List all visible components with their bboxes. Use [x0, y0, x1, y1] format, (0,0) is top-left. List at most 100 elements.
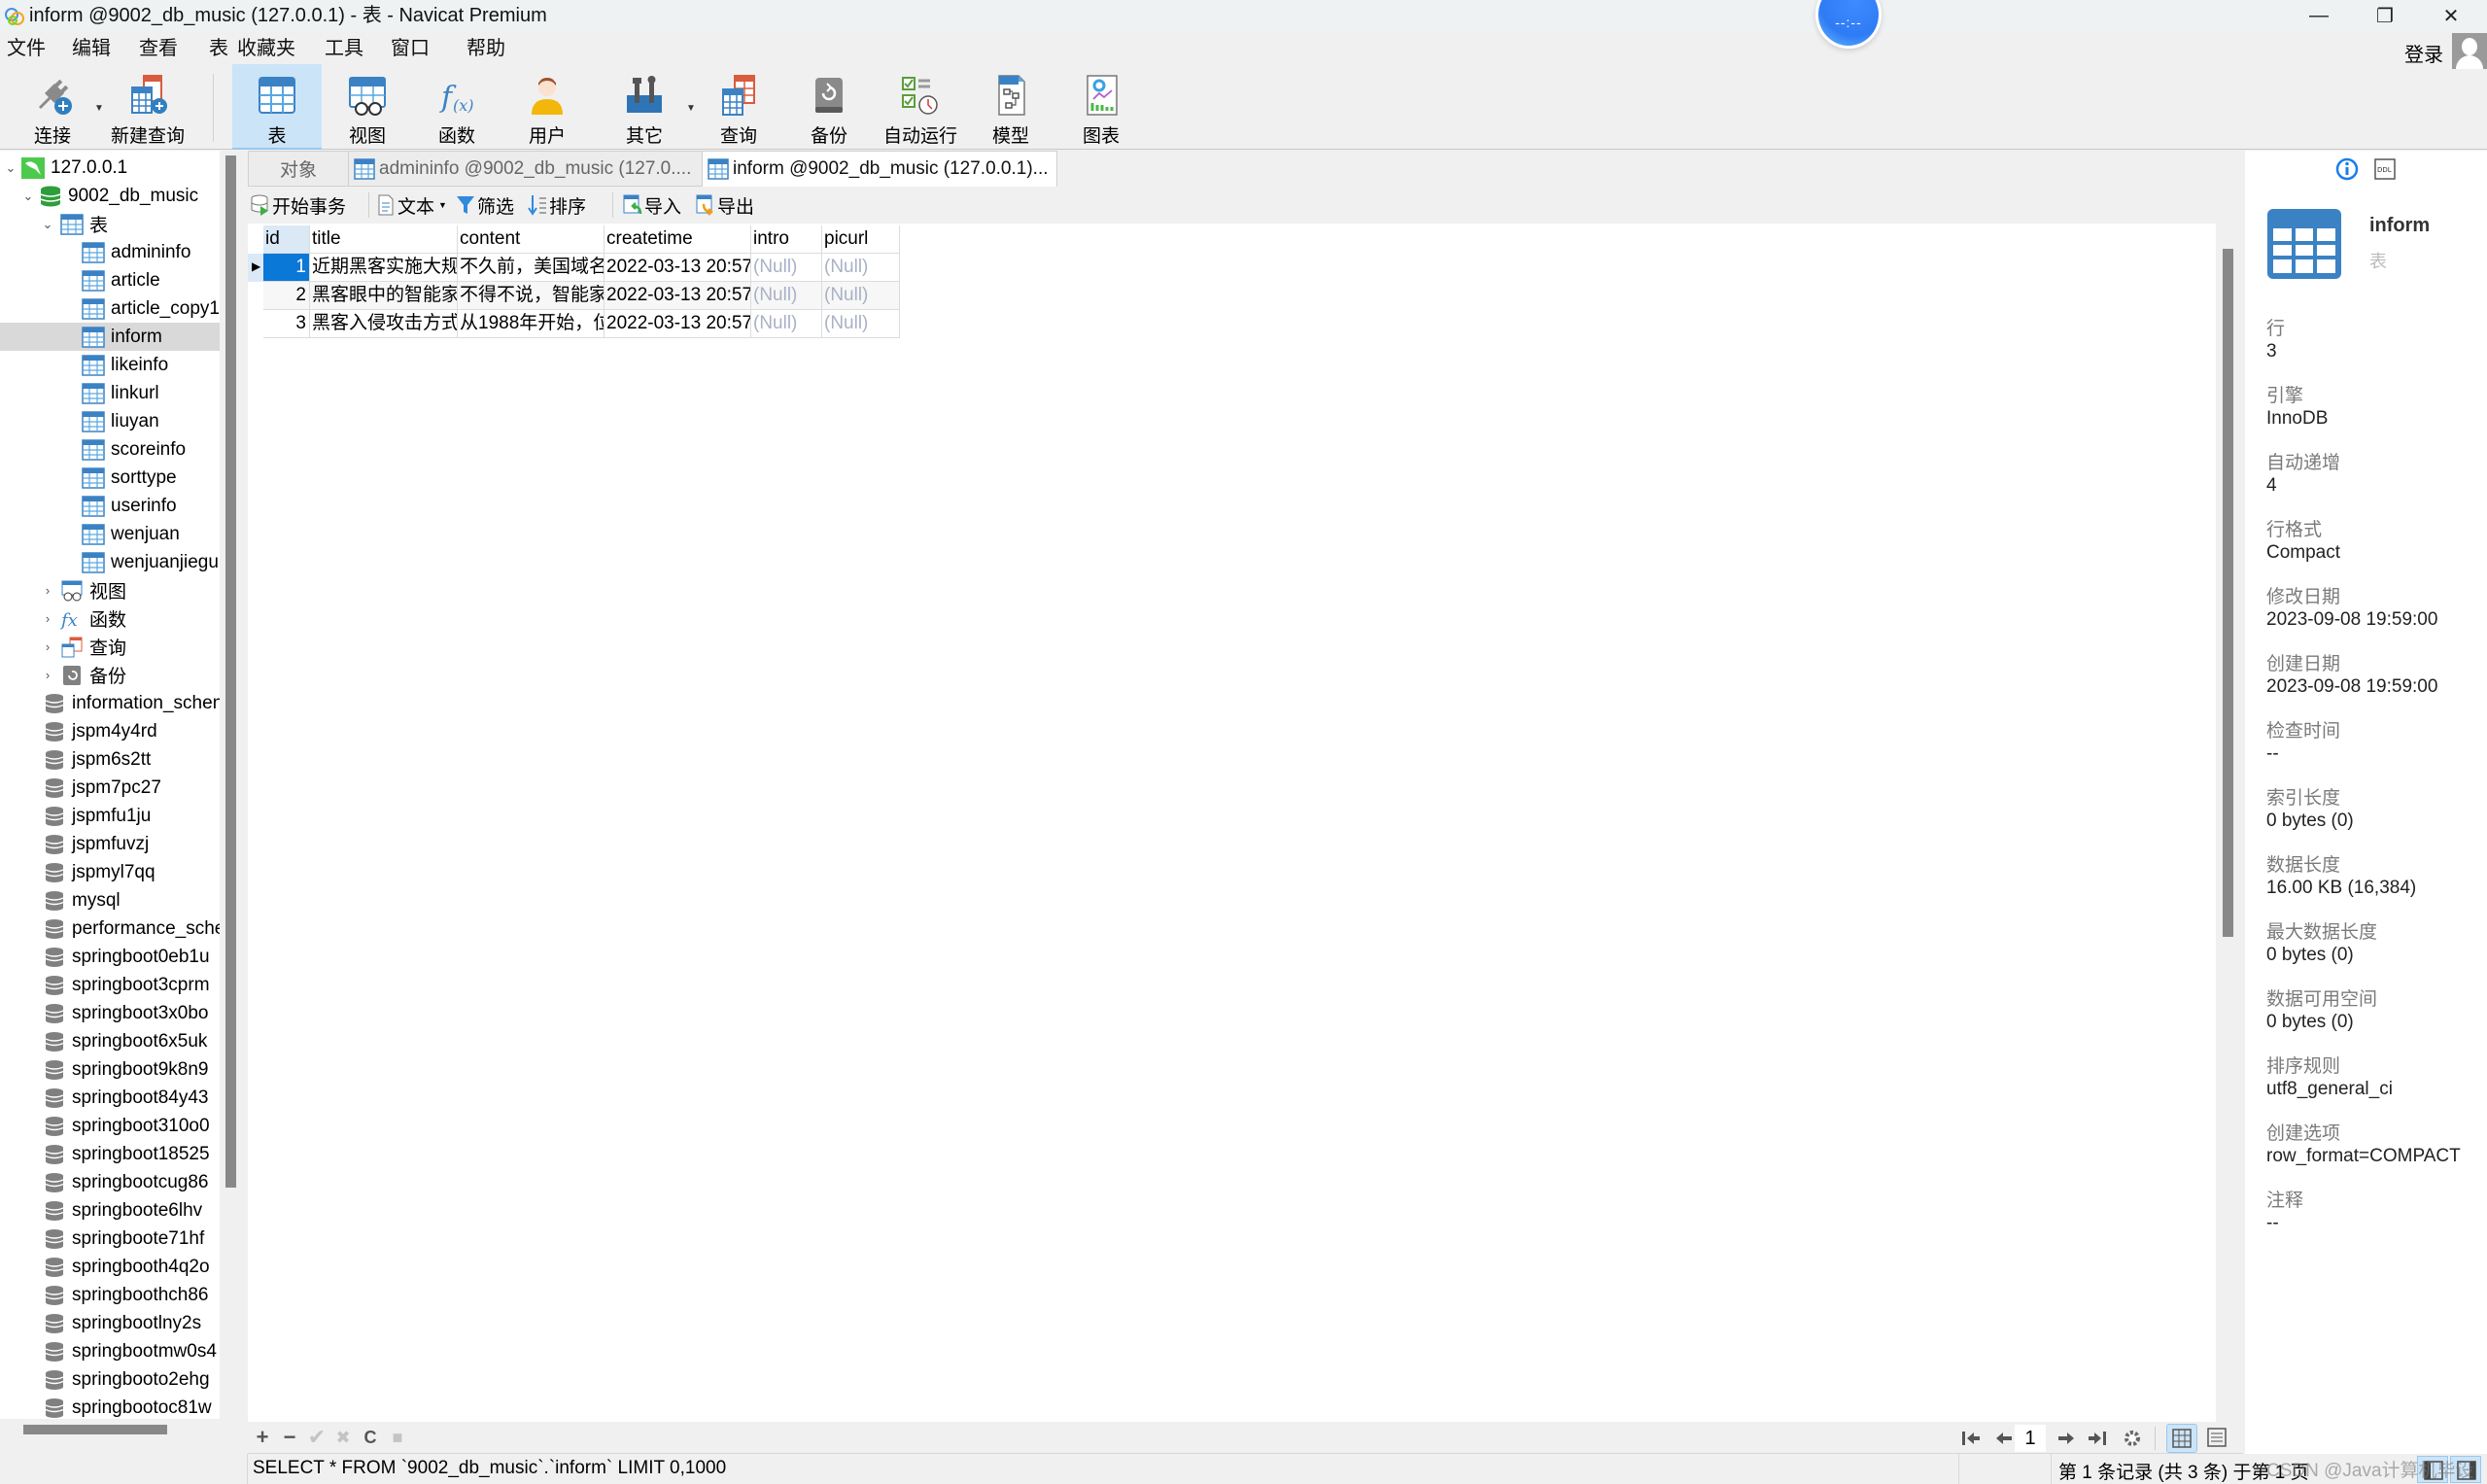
- tree-group-view[interactable]: › 视图: [0, 576, 220, 604]
- grid-vertical-scrollbar[interactable]: [2216, 224, 2243, 1422]
- toolbar-backup-button[interactable]: 备份: [796, 64, 862, 150]
- tab-admininfo[interactable]: admininfo @9002_db_music (127.0....: [348, 151, 703, 187]
- stop-button[interactable]: ■: [387, 1426, 408, 1449]
- tree-database[interactable]: springboot310o0: [0, 1112, 220, 1140]
- chevron-right-icon[interactable]: ›: [41, 639, 54, 654]
- tree-database[interactable]: information_schen: [0, 689, 220, 717]
- menu-window[interactable]: 窗口: [391, 37, 430, 60]
- scrollbar-thumb[interactable]: [2223, 249, 2233, 937]
- cell-title[interactable]: 黑客眼中的智能家居: [310, 282, 458, 310]
- tab-inform[interactable]: inform @9002_db_music (127.0.0.1)...: [702, 151, 1057, 187]
- tree-database[interactable]: springbooto2ehg: [0, 1365, 220, 1394]
- toolbar-model-button[interactable]: 模型: [978, 64, 1044, 150]
- grid-view-toggle[interactable]: [2166, 1424, 2197, 1453]
- toolbar-view-button[interactable]: 视图: [334, 64, 400, 150]
- discard-changes-button[interactable]: ✖: [332, 1426, 354, 1449]
- tree-database[interactable]: jspmfuvzj: [0, 830, 220, 858]
- first-page-icon[interactable]: [1961, 1430, 1981, 1447]
- row-selector[interactable]: [248, 310, 263, 338]
- cell-createtime[interactable]: 2022-03-13 20:57: [604, 254, 751, 282]
- close-button[interactable]: ✕: [2422, 0, 2480, 32]
- toolbar-others-button[interactable]: 其它: [611, 64, 677, 150]
- tab-objects[interactable]: 对象: [248, 151, 349, 187]
- menu-help[interactable]: 帮助: [466, 37, 505, 60]
- cell-title[interactable]: 近期黑客实施大规模: [310, 254, 458, 282]
- menu-file[interactable]: 文件: [7, 37, 46, 60]
- table-row[interactable]: 3 黑客入侵攻击方式 从1988年开始，位 2022-03-13 20:57 (Null…: [263, 310, 900, 338]
- row-selector[interactable]: [248, 282, 263, 310]
- connect-dropdown-icon[interactable]: ▼: [94, 103, 104, 114]
- cell-content[interactable]: 不久前，美国域名服: [458, 254, 604, 282]
- cell-picurl[interactable]: (Null): [822, 310, 900, 338]
- menu-view[interactable]: 查看: [139, 37, 178, 60]
- others-dropdown-icon[interactable]: ▼: [686, 103, 696, 114]
- tree-table-article_copy1[interactable]: article_copy1: [0, 294, 220, 323]
- tree-table-wenjuan[interactable]: wenjuan: [0, 520, 220, 548]
- gear-icon[interactable]: [2123, 1429, 2142, 1448]
- tree-table-admininfo[interactable]: admininfo: [0, 238, 220, 266]
- tree-database[interactable]: springboot0eb1u: [0, 943, 220, 971]
- table-row[interactable]: 2黑客眼中的智能家居不得不说，智能家居2022-03-13 20:57(Null…: [263, 282, 900, 310]
- tree-database[interactable]: jspmfu1ju: [0, 802, 220, 830]
- sidebar-vertical-scrollbar[interactable]: [220, 151, 239, 1419]
- column-header-createtime[interactable]: createtime: [604, 225, 751, 254]
- column-header-content[interactable]: content: [458, 225, 604, 254]
- scrollbar-thumb[interactable]: [23, 1425, 167, 1434]
- toolbar-new-query-button[interactable]: 新建查询: [107, 64, 189, 150]
- apply-changes-button[interactable]: ✔: [306, 1426, 328, 1449]
- tree-database[interactable]: springboot9k8n9: [0, 1055, 220, 1084]
- tree-table-wenjuanjiegu[interactable]: wenjuanjiegu: [0, 548, 220, 576]
- cell-createtime[interactable]: 2022-03-13 20:57: [604, 282, 751, 310]
- cell-picurl[interactable]: (Null): [822, 282, 900, 310]
- toolbar-user-button[interactable]: 用户: [514, 64, 580, 150]
- tree-database[interactable]: springboote6lhv: [0, 1196, 220, 1225]
- sort-button[interactable]: 排序: [528, 192, 586, 218]
- restore-button[interactable]: ❐: [2356, 0, 2414, 32]
- tree-table-liuyan[interactable]: liuyan: [0, 407, 220, 435]
- table-row[interactable]: 1近期黑客实施大规模不久前，美国域名服2022-03-13 20:57(Null…: [263, 254, 900, 282]
- cell-content[interactable]: 不得不说，智能家居: [458, 282, 604, 310]
- chevron-down-icon[interactable]: ⌄: [41, 217, 54, 232]
- text-view-button[interactable]: 文本 ▼: [376, 192, 447, 218]
- tree-table-userinfo[interactable]: userinfo: [0, 492, 220, 520]
- tree-database[interactable]: springboothch86: [0, 1281, 220, 1309]
- tree-database[interactable]: performance_sche: [0, 915, 220, 943]
- column-header-picurl[interactable]: picurl: [822, 225, 900, 254]
- data-grid[interactable]: id title content createtime intro picurl ▶ 1 近期黑…: [248, 224, 2216, 1422]
- ddl-icon[interactable]: DDL: [2374, 158, 2396, 180]
- tree-table-linkurl[interactable]: linkurl: [0, 379, 220, 407]
- next-page-icon[interactable]: [2056, 1430, 2076, 1447]
- tree-database[interactable]: springboot3cprm: [0, 971, 220, 999]
- page-number-input[interactable]: 1: [2015, 1425, 2046, 1452]
- cell-intro[interactable]: (Null): [751, 282, 822, 310]
- menu-table[interactable]: 表: [209, 37, 228, 60]
- cell-intro[interactable]: (Null): [751, 310, 822, 338]
- tree-group-query[interactable]: › 查询: [0, 633, 220, 661]
- refresh-button[interactable]: C: [360, 1426, 381, 1449]
- chevron-right-icon[interactable]: ›: [41, 668, 54, 682]
- info-icon[interactable]: [2335, 157, 2359, 181]
- tree-database[interactable]: jspmyl7qq: [0, 858, 220, 886]
- previous-page-icon[interactable]: [1994, 1430, 2014, 1447]
- menu-edit[interactable]: 编辑: [72, 37, 111, 60]
- menu-favorites[interactable]: 收藏夹: [237, 37, 295, 60]
- tree-database-9002[interactable]: ⌄ 9002_db_music: [0, 182, 220, 210]
- tree-table-scoreinfo[interactable]: scoreinfo: [0, 435, 220, 464]
- filter-button[interactable]: 筛选: [456, 192, 514, 218]
- cell-createtime[interactable]: 2022-03-13 20:57: [604, 310, 751, 338]
- toolbar-automation-button[interactable]: 自动运行: [878, 64, 963, 150]
- tree-group-backup[interactable]: › 备份: [0, 661, 220, 689]
- tree-database[interactable]: mysql: [0, 886, 220, 915]
- tree-table-article[interactable]: article: [0, 266, 220, 294]
- minimize-button[interactable]: —: [2290, 0, 2348, 32]
- form-view-toggle[interactable]: [2201, 1424, 2232, 1453]
- cell-id[interactable]: 3: [263, 310, 310, 338]
- tree-database[interactable]: springbootmw0s4: [0, 1337, 220, 1365]
- tree-table-sorttype[interactable]: sorttype: [0, 464, 220, 492]
- login-link[interactable]: 登录: [2404, 39, 2443, 67]
- column-header-intro[interactable]: intro: [751, 225, 822, 254]
- tree-table-inform[interactable]: inform: [0, 323, 220, 351]
- last-page-icon[interactable]: [2088, 1430, 2107, 1447]
- toolbar-query-button[interactable]: 查询: [706, 64, 772, 150]
- toolbar-table-button[interactable]: 表: [232, 64, 322, 150]
